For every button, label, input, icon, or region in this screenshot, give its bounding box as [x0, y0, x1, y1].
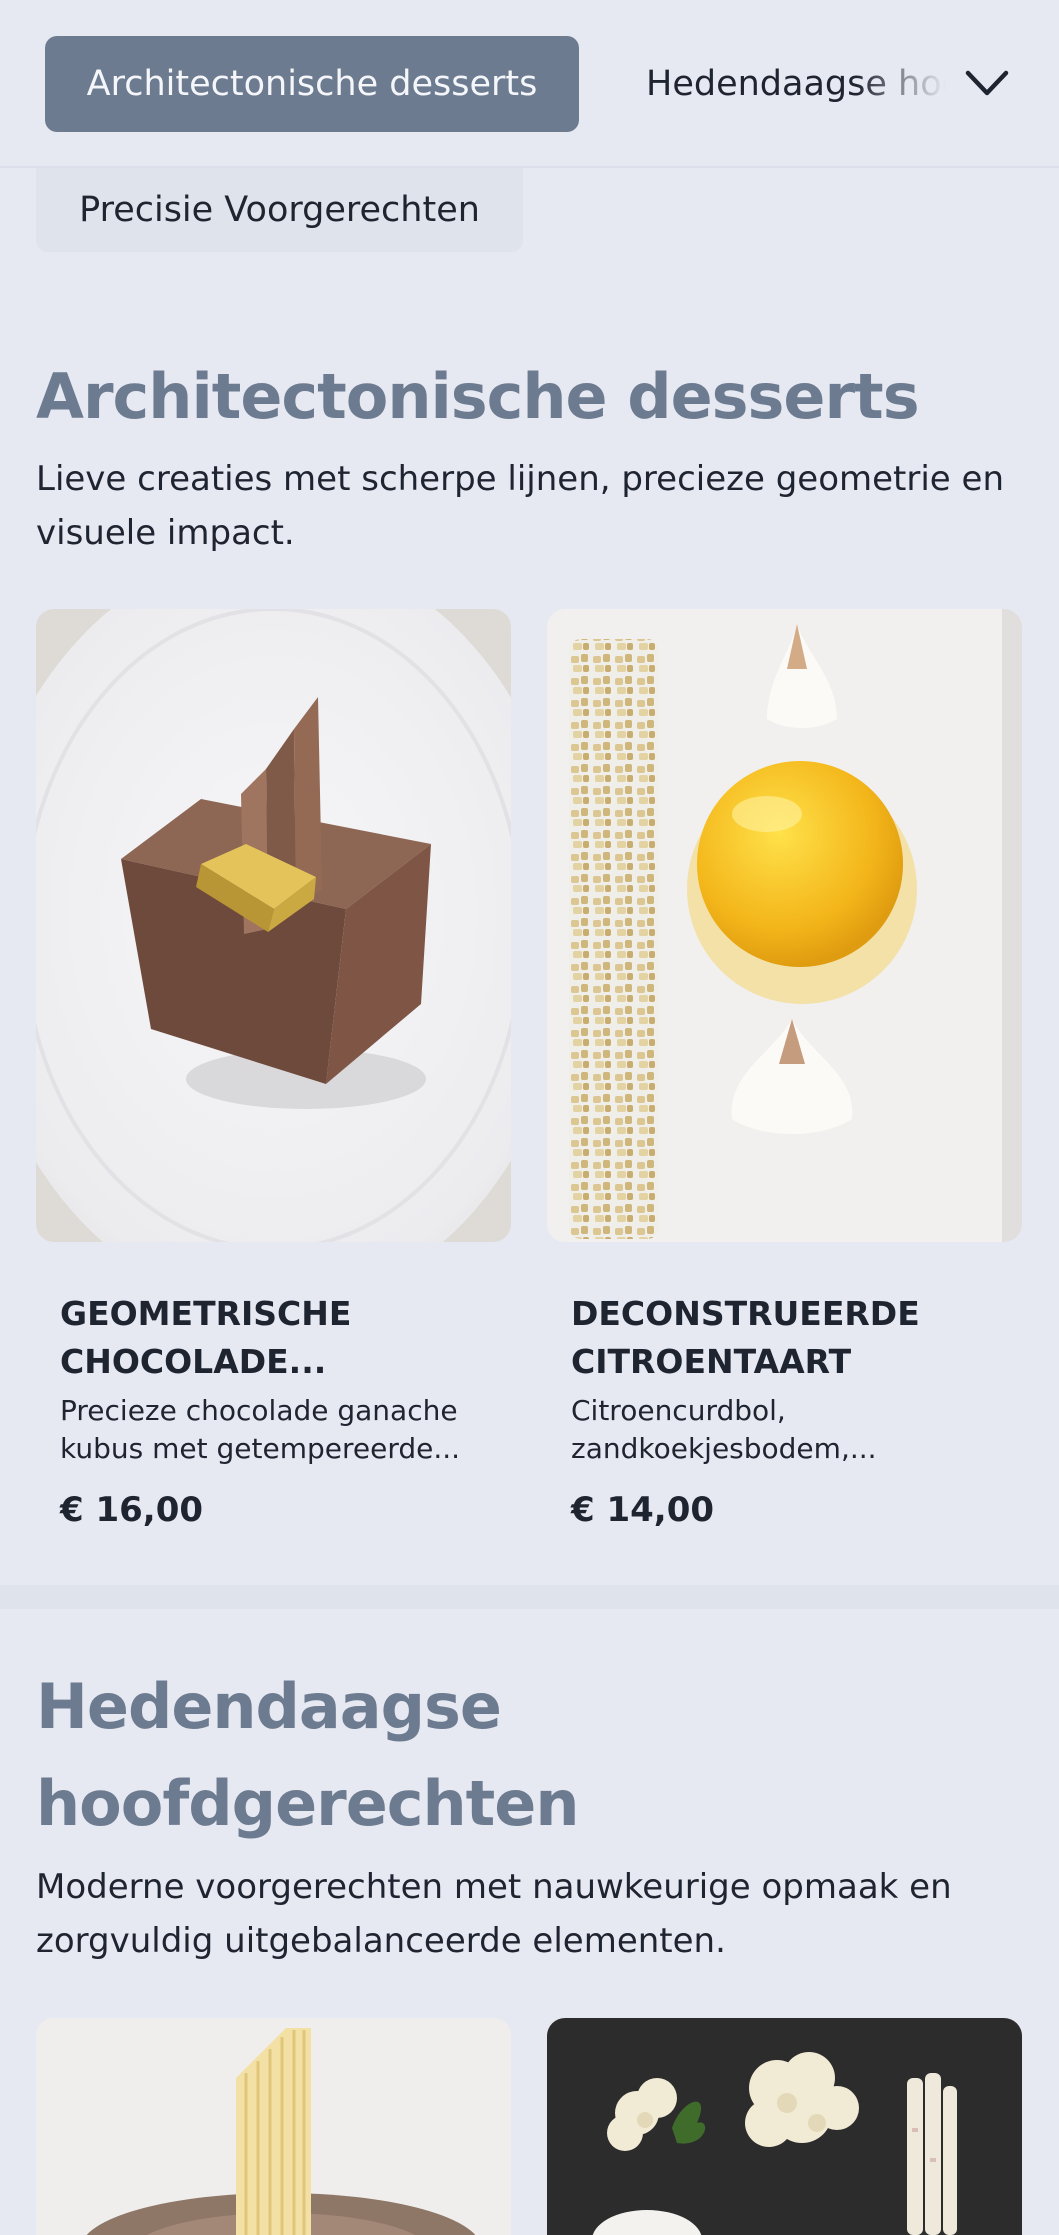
expand-categories-button[interactable] [956, 52, 1018, 114]
section-divider [0, 1585, 1059, 1609]
section-title-hoofdgerechten: Hedendaagse hoofdgerechten [36, 1658, 579, 1852]
dish-image-hoofdgerecht-2[interactable] [547, 2018, 1022, 2235]
dish-price: € 16,00 [60, 1490, 204, 1530]
category-tab-hedendaagse-hoofdgerechten[interactable]: Hedendaagse hoofdgerechten [646, 36, 946, 132]
dish-price: € 14,00 [571, 1490, 715, 1530]
category-tab-precisie-voorgerechten[interactable]: Precisie Voorgerechten [36, 168, 523, 252]
dish-image-deconstrueerde-citroentaart[interactable] [547, 609, 1022, 1242]
category-tab-label: Architectonische desserts [86, 64, 538, 104]
section-title-line: hoofdgerechten [36, 1767, 579, 1840]
section-description-desserts: Lieve creaties met scherpe lijnen, preci… [36, 459, 1005, 553]
category-tab-label: Precisie Voorgerechten [79, 190, 480, 230]
section-title-line: Hedendaagse [36, 1670, 502, 1743]
section-title-desserts: Architectonische desserts [36, 360, 920, 433]
dish-name[interactable]: Deconstrueerde citroentaart [571, 1290, 971, 1386]
chevron-down-icon [965, 70, 1009, 96]
category-bar: Architectonische desserts Hedendaagse ho… [0, 0, 1059, 168]
dish-image-geometrische-chocolade[interactable] [36, 609, 511, 1242]
dish-description: Precieze chocolade ganache kubus met get… [60, 1394, 461, 1465]
category-tab-label: Hedendaagse hoofdgerechten [646, 64, 946, 104]
dish-image-hoofdgerecht-1[interactable] [36, 2018, 511, 2235]
section-description-hoofdgerechten: Moderne voorgerechten met nauwkeurige op… [36, 1867, 952, 1961]
dish-name[interactable]: Geometrische chocolade... [60, 1290, 460, 1386]
dish-description: Citroencurdbol, zandkoekjesbodem,... [571, 1394, 877, 1465]
category-tab-architectonische-desserts[interactable]: Architectonische desserts [45, 36, 579, 132]
